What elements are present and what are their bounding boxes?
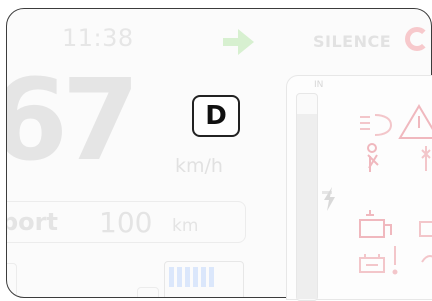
drive-mode-label: port bbox=[6, 208, 58, 236]
battery-cell bbox=[185, 267, 190, 287]
range-value: 100 bbox=[99, 206, 153, 239]
range-unit: km bbox=[172, 216, 199, 236]
warning-lights bbox=[359, 104, 432, 275]
battery-cell bbox=[201, 267, 206, 287]
arrow-right-icon bbox=[223, 29, 254, 55]
speed-unit: km/h bbox=[175, 155, 223, 177]
battery-indicator bbox=[169, 267, 214, 287]
battery-cell bbox=[177, 267, 182, 287]
left-mini-widget bbox=[7, 263, 17, 297]
vertical-gauge-fill bbox=[297, 114, 317, 299]
battery-cell bbox=[169, 267, 174, 287]
oil-icon bbox=[359, 210, 392, 238]
battery-cell bbox=[209, 267, 214, 287]
gear-indicator: D bbox=[192, 95, 240, 137]
speed-value: 67 bbox=[7, 56, 140, 186]
battery-warning-icon bbox=[359, 246, 398, 275]
bolt-icon bbox=[324, 187, 335, 211]
brand-name: SILENCE bbox=[313, 32, 392, 51]
seatbelt-icon bbox=[367, 143, 379, 172]
clock-time: 11:38 bbox=[62, 24, 134, 52]
middle-mini-widget bbox=[137, 287, 159, 297]
battery-cell bbox=[193, 267, 198, 287]
triangle-warning-icon bbox=[398, 104, 432, 139]
brand-logo-ring bbox=[405, 27, 429, 51]
gauge-label: IN bbox=[314, 80, 324, 90]
low-beam-icon bbox=[360, 114, 393, 136]
partial-warning-icons bbox=[419, 146, 432, 263]
